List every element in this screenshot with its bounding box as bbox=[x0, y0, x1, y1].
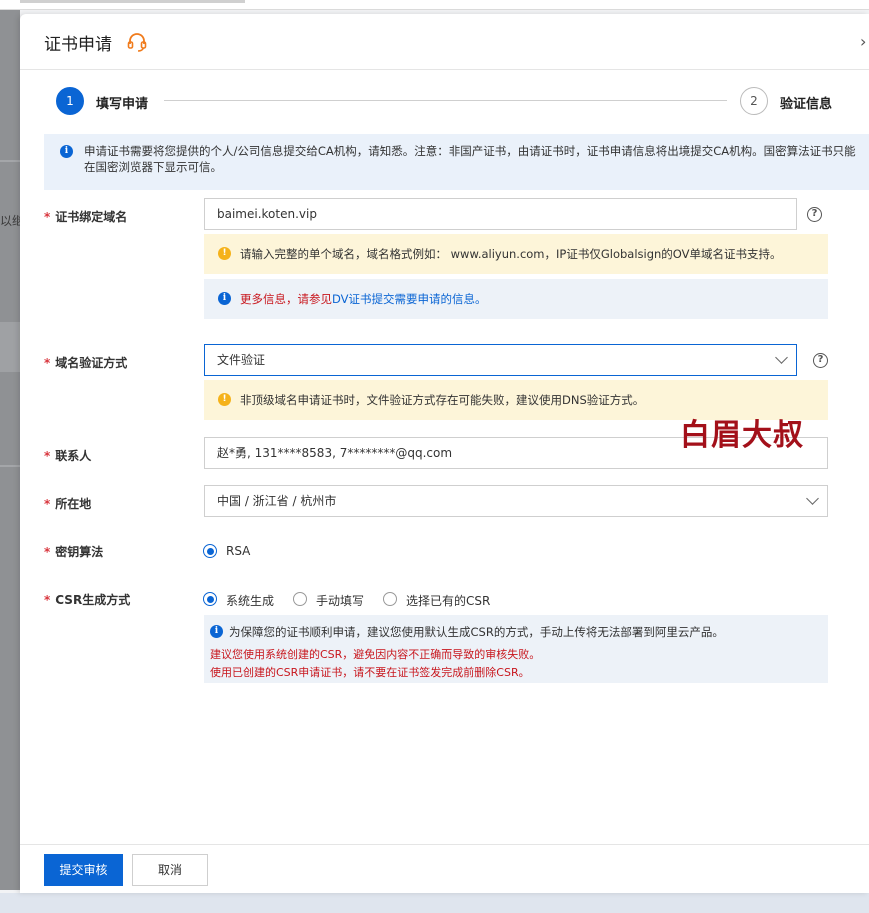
info-icon: i bbox=[218, 292, 231, 305]
location-label: * 所在地 bbox=[44, 497, 92, 511]
step-connector bbox=[164, 100, 727, 101]
background-divider bbox=[0, 465, 20, 467]
drawer-header: 证书申请 › bbox=[20, 14, 869, 70]
domain-warning-text: 请输入完整的单个域名，域名格式例如： www.aliyun.com，IP证书仅G… bbox=[240, 247, 782, 261]
cancel-button[interactable]: 取消 bbox=[132, 854, 208, 886]
radio-csr-system-label: 系统生成 bbox=[226, 594, 275, 608]
drawer-title: 证书申请 bbox=[44, 35, 112, 55]
headset-icon[interactable] bbox=[126, 31, 148, 53]
step-1-circle: 1 bbox=[56, 87, 84, 115]
dv-info-link[interactable]: DV证书提交需要申请的信息。 bbox=[332, 292, 487, 306]
algorithm-label: * 密钥算法 bbox=[44, 545, 104, 559]
info-icon: i bbox=[60, 145, 73, 158]
radio-csr-existing-label: 选择已有的CSR bbox=[406, 594, 491, 608]
step-1-label: 填写申请 bbox=[96, 97, 149, 112]
csr-label: * CSR生成方式 bbox=[44, 593, 131, 607]
domain-input[interactable]: baimei.koten.vip bbox=[204, 198, 797, 230]
question-icon[interactable]: ? bbox=[813, 353, 828, 368]
csr-tip-line-1: 为保障您的证书顺利申请，建议您使用默认生成CSR的方式，手动上传将无法部署到阿里… bbox=[229, 625, 724, 639]
radio-csr-manual-label: 手动填写 bbox=[316, 594, 365, 608]
privacy-notice-text: 申请证书需要将您提供的个人/公司信息提交给CA机构，请知悉。注意：非国产证书，由… bbox=[84, 144, 856, 174]
step-2-circle: 2 bbox=[740, 87, 768, 115]
domain-label: * 证书绑定域名 bbox=[44, 210, 128, 224]
step-2-label: 验证信息 bbox=[780, 97, 833, 112]
background-overlay bbox=[0, 10, 20, 890]
domain-warning-tip: ! 请输入完整的单个域名，域名格式例如： www.aliyun.com，IP证书… bbox=[204, 234, 828, 274]
radio-csr-manual[interactable] bbox=[293, 592, 307, 606]
info-icon: i bbox=[210, 625, 223, 638]
verify-warning-text: 非顶级域名申请证书时，文件验证方式存在可能失败，建议使用DNS验证方式。 bbox=[240, 393, 645, 407]
verify-method-select[interactable]: 文件验证 bbox=[204, 344, 797, 376]
location-select[interactable]: 中国 / 浙江省 / 杭州市 bbox=[204, 485, 828, 517]
radio-csr-existing[interactable] bbox=[383, 592, 397, 606]
background-bottom bbox=[0, 893, 869, 913]
verify-method-value: 文件验证 bbox=[217, 353, 266, 367]
privacy-notice: i 申请证书需要将您提供的个人/公司信息提交给CA机构，请知悉。注意：非国产证书… bbox=[44, 134, 869, 190]
background-partial-text: 以继 bbox=[0, 214, 20, 228]
radio-rsa-label: RSA bbox=[226, 544, 251, 558]
question-icon[interactable]: ? bbox=[807, 207, 822, 222]
csr-tip-line-2: 建议您使用系统创建的CSR，避免因内容不正确而导致的审核失败。 bbox=[210, 648, 541, 661]
background-divider bbox=[0, 160, 20, 162]
footer-divider bbox=[20, 844, 869, 845]
domain-info-prefix: 更多信息，请参见 bbox=[240, 292, 332, 306]
watermark-logo: 白眉大叔 bbox=[680, 418, 804, 453]
warning-icon: ! bbox=[218, 393, 231, 406]
location-value: 中国 / 浙江省 / 杭州市 bbox=[217, 494, 337, 508]
background-row bbox=[0, 322, 20, 372]
background-tab bbox=[20, 0, 245, 3]
csr-tip-box: i 为保障您的证书顺利申请，建议您使用默认生成CSR的方式，手动上传将无法部署到… bbox=[204, 615, 828, 683]
csr-tip-line-3: 使用已创建的CSR申请证书，请不要在证书签发完成前删除CSR。 bbox=[210, 666, 530, 679]
submit-review-button[interactable]: 提交审核 bbox=[44, 854, 123, 886]
warning-icon: ! bbox=[218, 247, 231, 260]
radio-csr-system[interactable] bbox=[203, 592, 217, 606]
chevron-down-icon bbox=[806, 492, 819, 505]
chevron-down-icon bbox=[775, 351, 788, 364]
verify-method-label: * 域名验证方式 bbox=[44, 356, 128, 370]
radio-rsa[interactable] bbox=[203, 544, 217, 558]
domain-info-tip: i 更多信息，请参见DV证书提交需要申请的信息。 bbox=[204, 279, 828, 319]
contact-label: * 联系人 bbox=[44, 449, 92, 463]
close-icon[interactable]: › bbox=[860, 32, 866, 51]
